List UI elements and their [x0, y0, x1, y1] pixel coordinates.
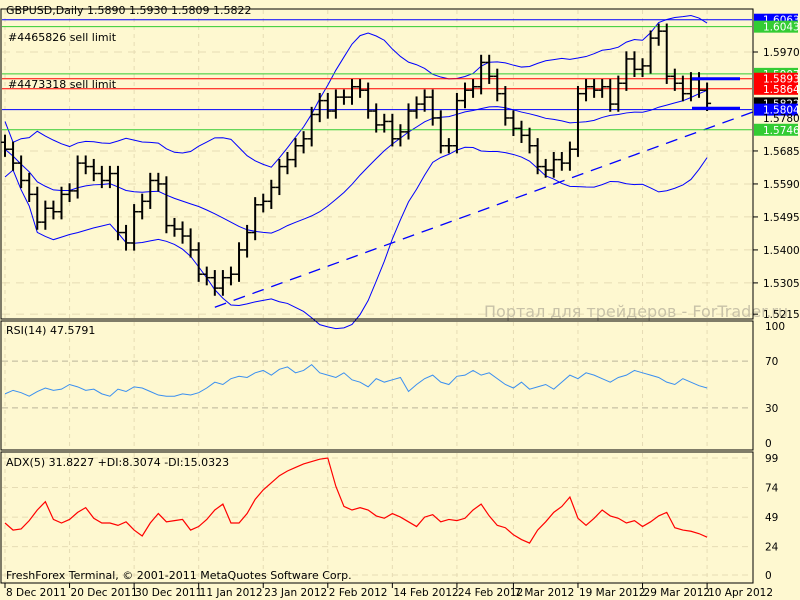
adx-tick-label: 0 — [765, 570, 772, 582]
price-tick-label: 1.5970 — [763, 47, 800, 59]
price-label-1.6043: 1.6043 — [763, 22, 800, 34]
trading-chart: Портал для трейдеров - ForTrader.ru 8 De… — [0, 0, 800, 600]
order-label-1[interactable]: #4465826 sell limit — [8, 31, 117, 44]
rsi-tick-label: 0 — [765, 438, 772, 450]
x-tick-label: 8 Dec 2011 — [6, 587, 66, 599]
adx-title: ADX(5) 31.8227 +DI:8.3074 -DI:15.0323 — [6, 456, 229, 469]
rsi-tick-label: 100 — [765, 321, 785, 333]
x-tick-label: 19 Mar 2012 — [579, 587, 646, 599]
adx-tick-label: 74 — [765, 483, 779, 495]
price-label-1.5746: 1.5746 — [763, 125, 800, 137]
price-tick-label: 1.5780 — [763, 113, 800, 125]
price-label-1.5864: 1.5864 — [763, 84, 800, 96]
copyright-text: FreshForex Terminal, © 2001-2011 MetaQuo… — [6, 569, 352, 582]
x-tick-label: 20 Dec 2011 — [71, 587, 138, 599]
price-tick-label: 1.5685 — [763, 146, 800, 158]
rsi-tick-label: 30 — [765, 403, 778, 415]
adx-tick-label: 99 — [765, 453, 778, 465]
adx-tick-label: 49 — [765, 512, 778, 524]
price-tick-label: 1.5400 — [763, 245, 800, 257]
x-tick-label: 10 Apr 2012 — [708, 587, 773, 599]
rsi-title: RSI(14) 47.5791 — [6, 324, 95, 337]
x-tick-label: 7 Mar 2012 — [514, 587, 574, 599]
order-label-2[interactable]: #4473318 sell limit — [8, 78, 117, 91]
price-tick-label: 1.5305 — [763, 278, 800, 290]
x-tick-label: 14 Feb 2012 — [393, 587, 458, 599]
watermark: Портал для трейдеров - ForTrader.ru — [484, 302, 788, 321]
adx-tick-label: 24 — [765, 542, 779, 554]
symbol-title: GBPUSD,Daily 1.5890 1.5930 1.5809 1.5822 — [6, 4, 251, 17]
x-tick-label: 29 Mar 2012 — [644, 587, 711, 599]
x-tick-label: 2 Feb 2012 — [329, 587, 388, 599]
x-tick-label: 30 Dec 2011 — [135, 587, 202, 599]
x-tick-label: 11 Jan 2012 — [200, 587, 263, 599]
rsi-tick-label: 70 — [765, 356, 778, 368]
chart-background — [0, 0, 800, 600]
price-tick-label: 1.5215 — [763, 309, 800, 321]
x-tick-label: 23 Jan 2012 — [264, 587, 327, 599]
price-tick-label: 1.5495 — [763, 212, 800, 224]
price-tick-label: 1.5590 — [763, 179, 800, 191]
